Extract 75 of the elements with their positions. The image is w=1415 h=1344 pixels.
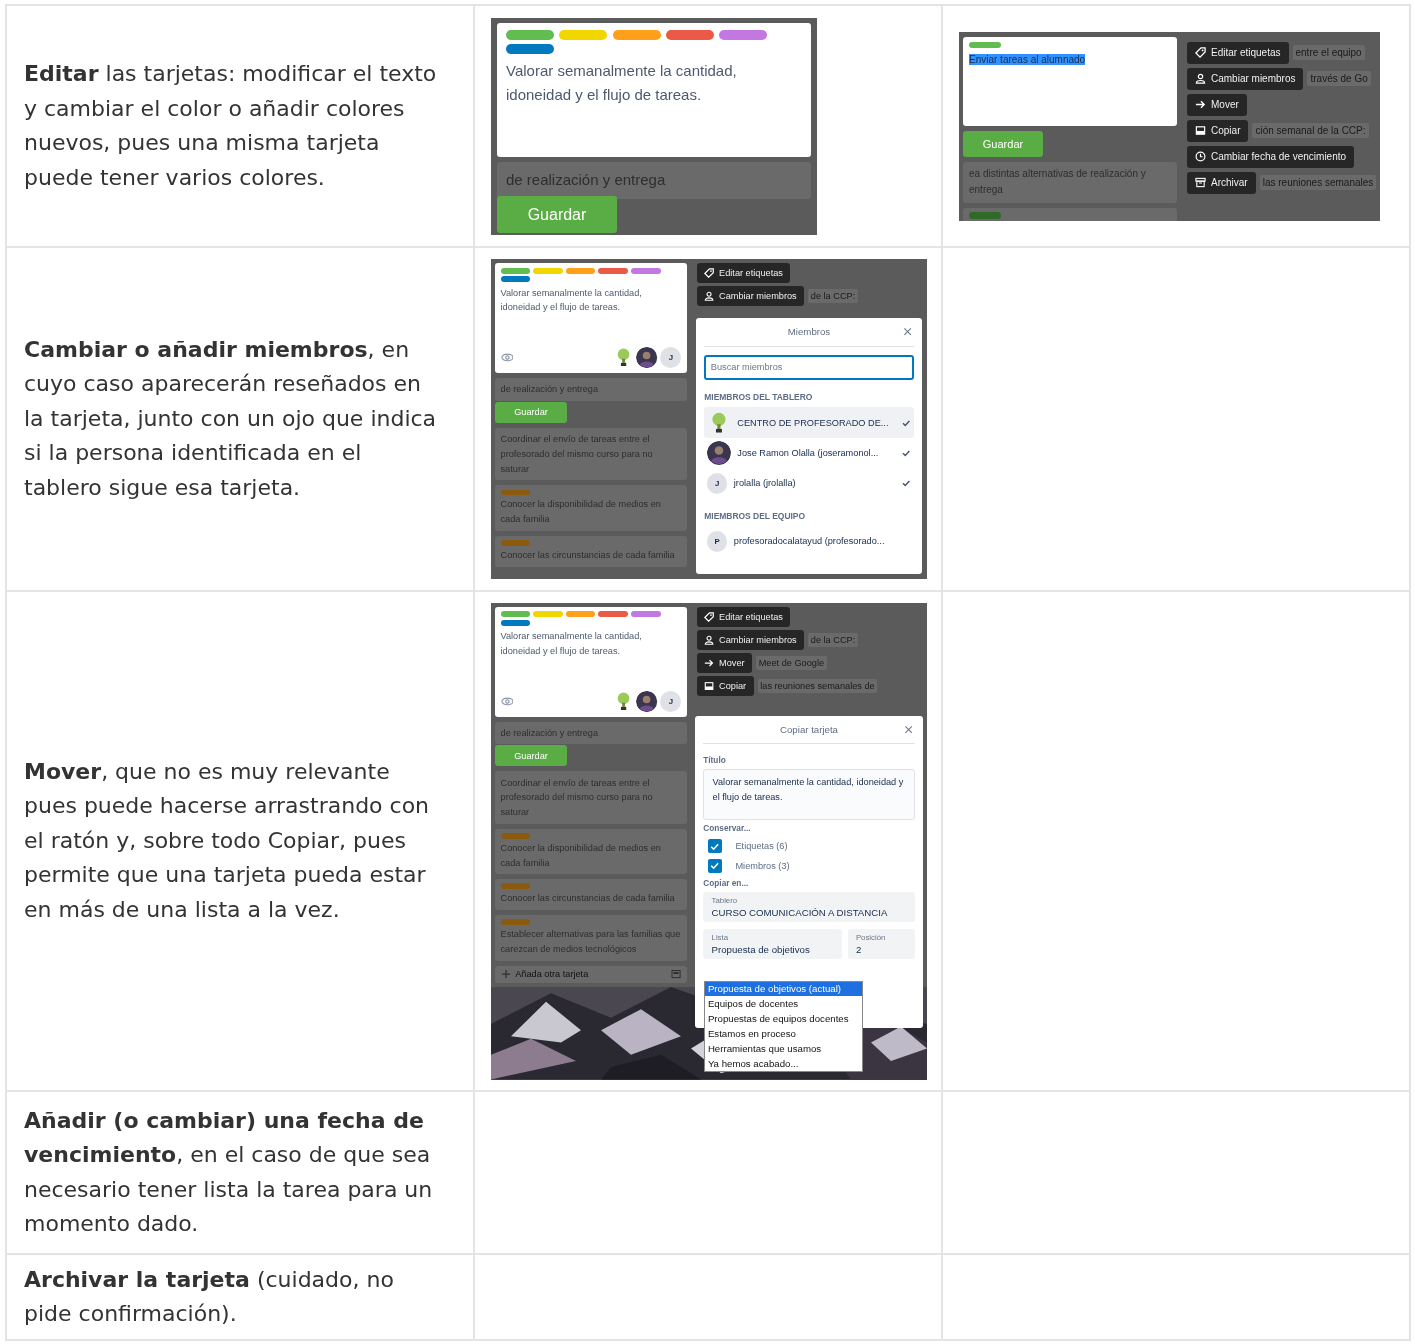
menu-button[interactable]: Copiar (1187, 119, 1249, 142)
card-text: entre el equipo (1292, 45, 1365, 60)
card-text: de la CCP: (808, 289, 858, 304)
menu-button[interactable]: Copiar (697, 676, 754, 697)
check-icon (900, 478, 911, 489)
arrow-icon (704, 657, 715, 669)
description-text: Editar las tarjetas: modificar el texto y cambiar el color o añadir colores nuevos, pues una misma tarjeta puede tener varios colores. (24, 60, 438, 192)
avatar-icon (636, 347, 658, 369)
popup-title: Miembros (787, 326, 831, 338)
search-field[interactable]: Buscar miembros (704, 354, 914, 380)
field-label: Título (703, 756, 727, 766)
plus-icon (500, 969, 511, 980)
menu-button[interactable]: Cambiar fecha de vencimiento (1187, 145, 1355, 168)
card-text: las reuniones semanales de (757, 679, 878, 694)
card-text: de la CCP: (808, 632, 858, 647)
member-item[interactable]: CENTRO DE PROFESORADO DE... (704, 407, 914, 438)
menu-button[interactable]: Cambiar miembros (697, 629, 805, 650)
avatar-icon (636, 690, 658, 712)
dropdown-option[interactable]: Propuesta de objetivos (actual) (705, 981, 862, 997)
section-label: Copiar en... (703, 879, 750, 889)
section-heading: MIEMBROS DEL EQUIPO (704, 511, 807, 522)
arrow-icon (1195, 99, 1206, 110)
avatar-icon (707, 441, 731, 465)
description-text: Mover, que no es muy relevante pues puede hacerse arrastrando con el ratón y, sobre todo Copiar, pues permite que una tarjeta pueda estar en más de una lista a la vez. (24, 757, 431, 924)
popup-title: Copiar tarjeta (780, 723, 838, 735)
person-icon (1195, 73, 1206, 84)
checkbox[interactable] (707, 839, 722, 854)
dropdown-option[interactable]: Equipos de docentes (705, 996, 862, 1012)
close-icon[interactable] (903, 724, 913, 734)
checkbox-label: Etiquetas (6) (735, 841, 788, 852)
card-editor[interactable]: Valorar semanalmente la cantidad, idoneidad y el flujo de tareas. (497, 22, 811, 157)
card-text: de realización y entrega (506, 171, 666, 189)
dropdown-option[interactable]: Ya hemos acabado... (705, 1056, 862, 1072)
card-text: Valorar semanalmente la cantidad, idoneidad y el flujo de tareas. (500, 286, 643, 315)
section-heading: MIEMBROS DEL TABLERO (704, 392, 814, 403)
menu-button[interactable]: Editar etiquetas (697, 263, 791, 284)
card-text: Valorar semanalmente la cantidad, idoneidad y el flujo de tareas. (500, 630, 643, 658)
dropdown-option[interactable]: Herramientas que usamos (705, 1041, 862, 1057)
description-text: Añadir (o cambiar) una fecha de vencimiento, en el caso de que sea necesario tener lista la tarea para un momento dado. (24, 1106, 434, 1238)
person-icon (704, 291, 715, 302)
menu-button[interactable]: Archivar (1187, 171, 1256, 194)
check-icon (709, 860, 721, 872)
person-icon (704, 634, 715, 645)
description-text: Archivar la tarjeta (cuidado, no pide confirmación). (24, 1265, 395, 1328)
tag-icon (704, 611, 715, 622)
menu-button[interactable]: Cambiar miembros (1187, 67, 1304, 90)
card-text: Valorar semanalmente la cantidad, idoneidad y el flujo de tareas. (506, 61, 738, 106)
tag-icon (704, 268, 715, 279)
close-icon[interactable] (902, 327, 912, 337)
card-text: Enviar tareas al alumnado (969, 52, 1087, 67)
menu-button[interactable]: Cambiar miembros (697, 286, 805, 307)
card-text: las reuniones semanales (1259, 175, 1377, 190)
title-field[interactable]: Valorar semanalmente la cantidad, idoneidad y el flujo de tareas. (703, 768, 915, 821)
card-editor[interactable]: Enviar tareas al alumnado (963, 36, 1177, 126)
dropdown-option[interactable]: Estamos en proceso (705, 1026, 862, 1042)
menu-button[interactable]: Mover (697, 652, 752, 674)
menu-button[interactable]: Mover (1187, 93, 1247, 116)
checkbox[interactable] (707, 858, 722, 873)
menu-button[interactable]: Editar etiquetas (1187, 41, 1289, 64)
dropdown-option[interactable]: Propuestas de equipos docentes (705, 1011, 862, 1027)
member-item[interactable]: Jose Ramon Olalla (joseramonol... (704, 437, 914, 469)
menu-button[interactable]: Editar etiquetas (697, 606, 791, 627)
tag-icon (1195, 47, 1206, 58)
checkbox-label: Miembros (3) (735, 860, 790, 871)
list-dropdown[interactable]: Propuesta de objetivos (actual) Equipos de docentes Propuestas de equipos docentes Estamos en proceso Herramientas que usamos Ya hemos acabado... (704, 980, 863, 1073)
card-icon (1195, 125, 1206, 136)
card-text: través de Go (1307, 71, 1371, 86)
section-label: Conservar... (703, 824, 752, 834)
card-icon (704, 681, 715, 692)
card-text: ción semanal de la CCP: (1252, 123, 1369, 138)
card-text: Meet de Google (755, 656, 827, 670)
clock-icon (1195, 151, 1206, 162)
description-text: Cambiar o añadir miembros, en cuyo caso aparecerán reseñados en la tarjeta, junto con un ojo que indica si la persona identificada en el tablero sigue esa tarjeta. (24, 335, 438, 502)
template-icon[interactable] (671, 969, 682, 980)
archive-icon (1195, 177, 1206, 188)
